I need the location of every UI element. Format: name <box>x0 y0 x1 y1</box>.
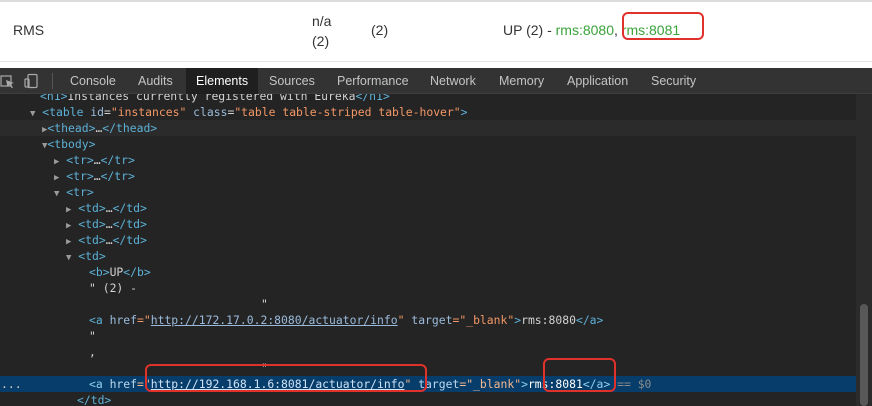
ami-line-1: n/a <box>312 13 332 29</box>
status-prefix: UP (2) - <box>503 22 556 38</box>
tab-performance[interactable]: Performance <box>327 68 419 94</box>
dom-node-tr-expanded[interactable]: ▼ <tr> <box>0 184 856 200</box>
tab-memory[interactable]: Memory <box>489 68 554 94</box>
elements-dom-tree: <h1>Instances currently registered with … <box>0 94 856 406</box>
dom-text-node[interactable]: " <box>261 296 856 312</box>
application-name: RMS <box>13 22 45 38</box>
inspect-element-icon[interactable] <box>0 73 16 89</box>
dom-node-td[interactable]: ▶ <td>…</td> <box>0 232 856 248</box>
eureka-instances-row: RMS n/a (2) (2) UP (2) - rms:8080, rms:8… <box>0 0 872 62</box>
tab-console[interactable]: Console <box>60 68 126 94</box>
scrollbar-thumb[interactable] <box>860 304 868 406</box>
tab-audits[interactable]: Audits <box>128 68 183 94</box>
tabbar-separator <box>52 73 53 89</box>
highlight-box-link-text <box>543 358 616 392</box>
instance-link-rms-8080[interactable]: rms:8080 <box>556 22 614 38</box>
dom-text-node[interactable]: " (2) - <box>89 280 856 296</box>
tab-security[interactable]: Security <box>641 68 706 94</box>
href-link-8080[interactable]: http://172.17.0.2:8080/actuator/info <box>151 313 398 327</box>
tab-sources[interactable]: Sources <box>259 68 325 94</box>
tab-elements[interactable]: Elements <box>186 68 259 94</box>
dom-node-td-expanded[interactable]: ▼ <td> <box>0 248 856 264</box>
dom-node-tr[interactable]: ▶ <tr>…</tr> <box>0 168 856 184</box>
dom-node-thead[interactable]: ▶<thead>…</thead> <box>0 120 856 136</box>
availability-zones: (2) <box>371 22 389 38</box>
device-toolbar-icon[interactable] <box>24 73 40 89</box>
dom-node-tr[interactable]: ▶ <tr>…</tr> <box>0 152 856 168</box>
highlight-box-href <box>145 364 427 392</box>
console-reference: == $0 <box>610 377 652 391</box>
dom-text-node[interactable]: , <box>89 344 856 360</box>
dom-node-td[interactable]: ▶ <td>…</td> <box>0 200 856 216</box>
dom-node-table[interactable]: ▼ <table id="instances" class="table tab… <box>0 104 856 120</box>
row-top-border <box>0 0 872 2</box>
dom-node-td-close[interactable]: </td> <box>77 392 856 406</box>
devtools-panel: Console Audits Elements Sources Performa… <box>0 68 872 406</box>
tab-network[interactable]: Network <box>420 68 486 94</box>
ami-cell: n/a (2) <box>312 11 352 51</box>
dom-text-node[interactable]: " <box>89 328 856 344</box>
dom-node-td[interactable]: ▶ <td>…</td> <box>0 216 856 232</box>
instance-separator: , <box>614 22 618 38</box>
tab-application[interactable]: Application <box>557 68 638 94</box>
highlight-box-instance <box>622 12 704 40</box>
ami-line-2: (2) <box>312 33 330 49</box>
dom-node-a-8080[interactable]: <a href="http://172.17.0.2:8080/actuator… <box>89 312 856 328</box>
selected-node-marker: ... <box>1 377 22 391</box>
dom-tree-scrollbar[interactable] <box>856 94 872 406</box>
devtools-tabbar: Console Audits Elements Sources Performa… <box>0 68 872 94</box>
dom-node-h1[interactable]: <h1>Instances currently registered with … <box>40 94 856 104</box>
dom-node-b[interactable]: <b>UP</b> <box>89 264 856 280</box>
dom-node-tbody[interactable]: ▼<tbody> <box>0 136 856 152</box>
dom-node-a-8081-selected[interactable]: ... <a href="http://192.168.1.6:8081/actu… <box>0 376 856 392</box>
